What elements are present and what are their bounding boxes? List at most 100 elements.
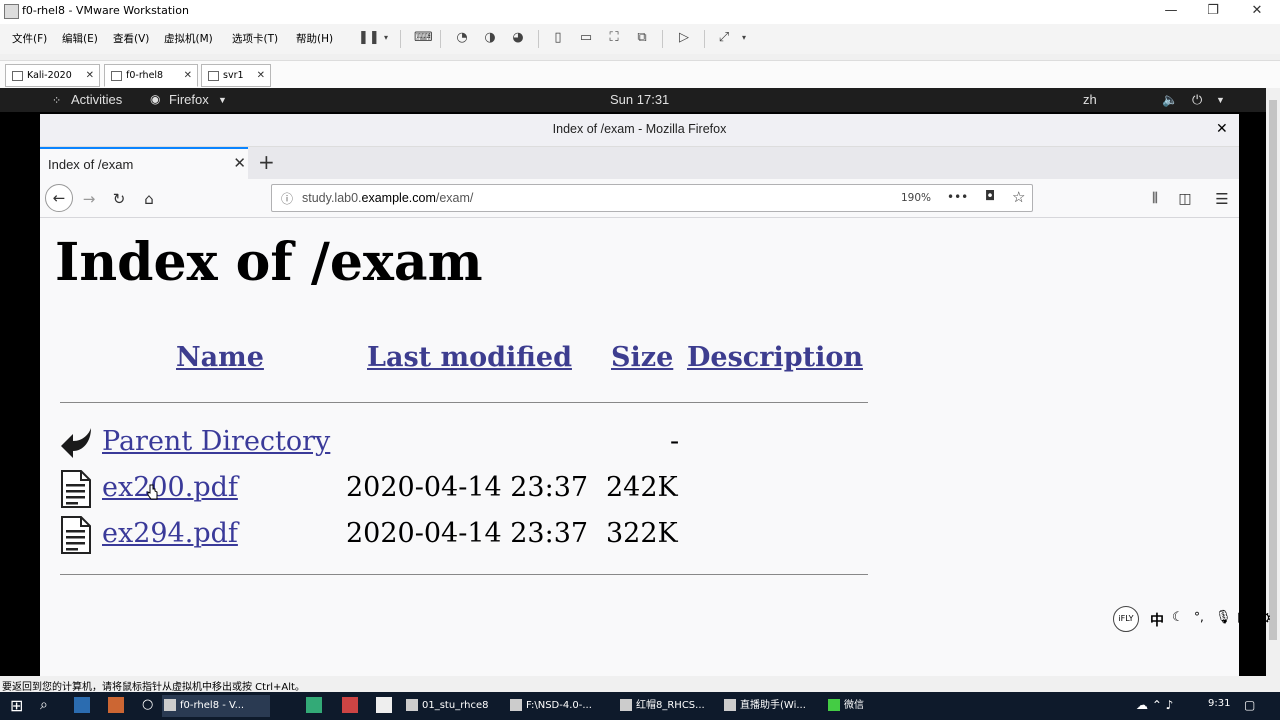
taskbar-item-vmware[interactable]: f0-rhel8 - V... [162, 695, 270, 717]
new-tab-icon[interactable]: + [258, 150, 275, 174]
close-icon[interactable]: ✕ [86, 65, 94, 86]
url-bar[interactable]: ⓘ study.lab0.example.com/exam/ 190% ••• … [271, 184, 1033, 212]
activities-dots-icon: ⁘ [52, 95, 62, 107]
scrollbar-thumb[interactable] [1269, 100, 1277, 640]
console-view-icon[interactable]: ▷ [676, 30, 692, 46]
windows-start-icon[interactable]: ⊞ [10, 697, 23, 715]
ime-language[interactable]: 中 [1150, 610, 1164, 630]
column-header-last-modified[interactable]: Last modified [367, 342, 572, 373]
app-menu-button[interactable]: Firefox [169, 92, 209, 107]
tab-index-of-exam[interactable]: Index of /exam ✕ [40, 147, 248, 179]
pinned-app-icon[interactable] [306, 697, 322, 713]
menu-file[interactable]: 文件(F) [12, 31, 47, 46]
close-icon[interactable]: ✕ [1216, 121, 1228, 137]
microphone-icon[interactable]: 🎙 [1215, 610, 1232, 625]
firefox-window-title: Index of /exam - Mozilla Firefox [552, 122, 727, 136]
taskbar-item-label: 红帽8_RHCS... [636, 700, 705, 711]
thumbnail-bar-icon[interactable]: ▭ [578, 30, 594, 46]
taskbar-item-live[interactable]: 直播助手(Wi... [722, 695, 820, 717]
home-icon[interactable]: ⌂ [138, 188, 160, 210]
app-icon [724, 699, 736, 711]
chevron-down-icon[interactable]: ▾ [736, 30, 752, 46]
minimize-button[interactable]: — [1156, 2, 1186, 20]
taskbar-clock[interactable]: 9:31 [1208, 698, 1230, 709]
punctuation-icon[interactable]: °, [1194, 610, 1204, 624]
ime-logo[interactable]: iFLY [1113, 606, 1139, 632]
snapshot-manager-icon[interactable]: ◕ [510, 30, 526, 46]
pause-icon[interactable]: ❚❚ [358, 30, 380, 46]
vm-tab-label: Kali-2020 [27, 70, 72, 81]
menu-vm[interactable]: 虚拟机(M) [164, 31, 213, 46]
snapshot-icon[interactable]: ◔ [454, 30, 470, 46]
vm-tab-kali[interactable]: Kali-2020 ✕ [5, 64, 100, 87]
library-icon[interactable]: ⫼ [1144, 188, 1166, 210]
close-window-button[interactable]: ✕ [1242, 2, 1272, 20]
taskbar-item-doc[interactable]: 红帽8_RHCS... [618, 695, 714, 717]
sidebar-icon[interactable]: ◫ [1174, 188, 1196, 210]
volume-icon[interactable]: 🔈 [1162, 92, 1178, 108]
pinned-app-icon[interactable] [342, 697, 358, 713]
send-ctrl-alt-del-icon[interactable]: ⌨ [414, 30, 433, 46]
stretch-icon[interactable]: ⤢ [716, 30, 732, 46]
pinned-app-icon[interactable] [376, 697, 392, 713]
tray-icons[interactable]: ☁ ⌃ ♪ [1136, 698, 1173, 712]
pinned-app-icon[interactable] [108, 697, 124, 713]
bookmark-star-icon[interactable]: ☆ [1012, 188, 1025, 206]
column-header-name[interactable]: Name [176, 342, 264, 373]
info-icon[interactable]: ⓘ [281, 190, 293, 207]
taskbar-item-folder[interactable]: F:\NSD-4.0-... [508, 695, 610, 717]
page-actions-icon[interactable]: ••• [947, 190, 968, 204]
menu-view[interactable]: 查看(V) [113, 31, 149, 46]
column-header-size[interactable]: Size [611, 342, 673, 373]
close-icon[interactable]: ✕ [233, 154, 246, 172]
column-header-description[interactable]: Description [687, 342, 863, 373]
unity-icon[interactable]: ⧉ [634, 30, 650, 46]
menu-edit[interactable]: 编辑(E) [62, 31, 98, 46]
task-view-icon[interactable] [74, 697, 90, 713]
revert-snapshot-icon[interactable]: ◑ [482, 30, 498, 46]
settings-icon[interactable]: ⚙ [1258, 609, 1271, 627]
vm-icon [12, 70, 23, 81]
notification-icon[interactable]: ▢ [1244, 698, 1255, 712]
close-icon[interactable]: ✕ [257, 65, 265, 86]
maximize-button[interactable]: ❐ [1198, 2, 1228, 20]
app-icon [164, 699, 176, 711]
pinned-app-icon[interactable]: ○ [142, 697, 153, 712]
chevron-down-icon[interactable]: ▾ [378, 30, 394, 46]
row-last-modified: 2020-04-14 23:37 [346, 518, 589, 549]
file-link-ex200[interactable]: ex200.pdf [102, 472, 238, 503]
input-language[interactable]: zh [1083, 92, 1097, 107]
activities-button[interactable]: Activities [71, 92, 122, 107]
vm-tab-svr1[interactable]: svr1 ✕ [201, 64, 271, 87]
taskbar-item-label: F:\NSD-4.0-... [526, 700, 592, 711]
zoom-level[interactable]: 190% [901, 192, 931, 204]
clipboard-icon[interactable]: ▯ [1237, 610, 1244, 625]
reload-icon[interactable]: ↻ [108, 188, 130, 210]
firefox-titlebar: Index of /exam - Mozilla Firefox ✕ [40, 114, 1239, 147]
app-icon [620, 699, 632, 711]
search-icon[interactable]: ⌕ [40, 697, 48, 713]
chevron-down-icon: ▼ [218, 95, 227, 105]
taskbar-item-explorer[interactable]: 01_stu_rhce8 [404, 695, 500, 717]
clock[interactable]: Sun 17:31 [610, 92, 669, 107]
power-icon[interactable]: ⏻ [1192, 92, 1202, 108]
vm-tab-f0-rhel8[interactable]: f0-rhel8 ✕ [104, 64, 198, 87]
file-link-ex294[interactable]: ex294.pdf [102, 518, 238, 549]
back-icon [59, 424, 91, 460]
chevron-down-icon[interactable]: ▼ [1216, 95, 1225, 105]
close-icon[interactable]: ✕ [184, 65, 192, 86]
menu-help[interactable]: 帮助(H) [296, 31, 333, 46]
url-host: example.com [361, 191, 436, 205]
taskbar-item-wechat[interactable]: 微信 [826, 695, 882, 717]
sidebar-icon[interactable]: ▯ [550, 30, 566, 46]
full-screen-icon[interactable]: ⛶ [606, 30, 622, 46]
parent-directory-link[interactable]: Parent Directory [102, 426, 330, 457]
pocket-icon[interactable]: ◘ [985, 189, 995, 204]
forward-icon[interactable]: → [78, 188, 100, 210]
back-icon[interactable]: ← [45, 184, 73, 212]
folder-icon [510, 699, 522, 711]
hamburger-menu-icon[interactable]: ☰ [1211, 188, 1233, 210]
moon-icon[interactable]: ☾ [1172, 610, 1184, 625]
vm-scrollbar[interactable] [1266, 88, 1280, 676]
menu-tabs[interactable]: 选项卡(T) [232, 31, 278, 46]
